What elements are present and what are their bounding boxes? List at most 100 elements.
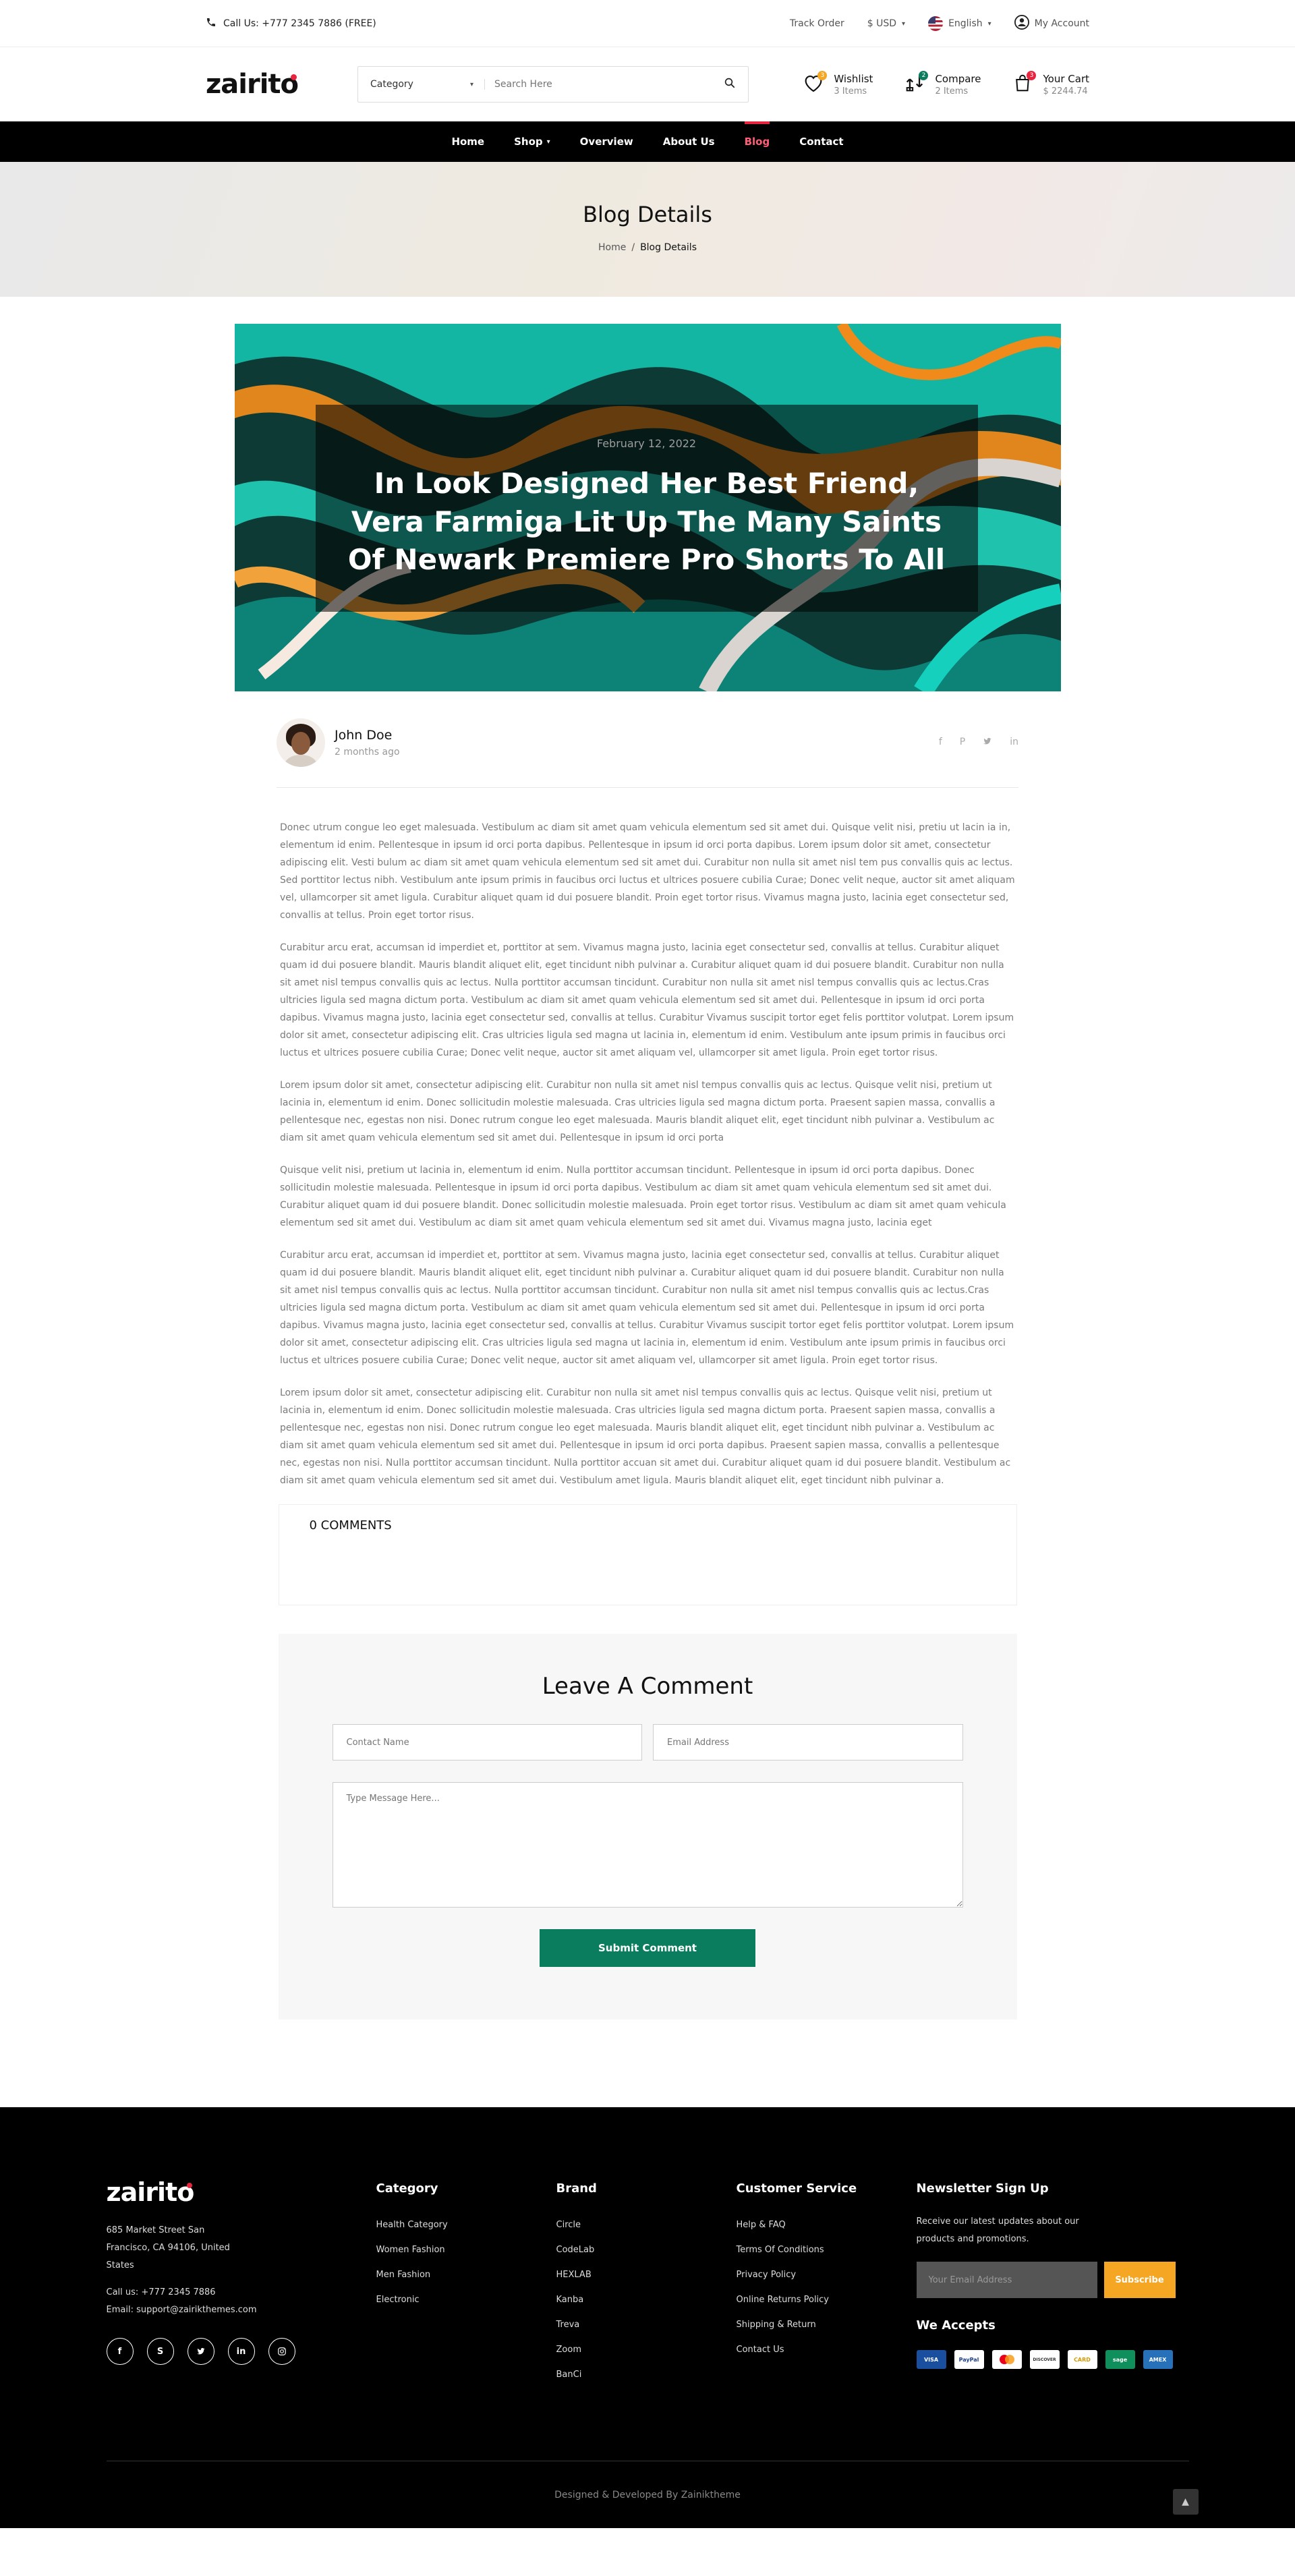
footer-link[interactable]: HEXLAB bbox=[556, 2270, 737, 2280]
search-bar: Category ▾ bbox=[357, 66, 749, 103]
footer-phone: Call us: +777 2345 7886 bbox=[106, 2287, 216, 2297]
instagram-icon[interactable] bbox=[268, 2338, 295, 2365]
pinterest-icon[interactable]: P bbox=[960, 737, 965, 749]
phone-info: Call Us: +777 2345 7886 (FREE) bbox=[206, 17, 376, 30]
footer-link[interactable]: Help & FAQ bbox=[737, 2220, 917, 2230]
copyright-text: Designed & Developed By Zainiktheme bbox=[554, 2489, 741, 2500]
footer-customer-service-column: Customer Service Help & FAQ Terms Of Con… bbox=[737, 2181, 917, 2395]
footer-address: 685 Market Street San Francisco, CA 9410… bbox=[106, 2225, 230, 2270]
nav-item-contact[interactable]: Contact bbox=[799, 121, 843, 162]
footer-link[interactable]: Privacy Policy bbox=[737, 2270, 917, 2280]
footer-link[interactable]: CodeLab bbox=[556, 2245, 737, 2255]
twitter-icon[interactable] bbox=[187, 2338, 214, 2365]
footer-link[interactable]: Shipping & Return bbox=[737, 2320, 917, 2330]
post-paragraph: Curabitur arcu erat, accumsan id imperdi… bbox=[280, 942, 1014, 1058]
site-logo[interactable]: zairito bbox=[206, 69, 357, 100]
nav-item-blog[interactable]: Blog bbox=[744, 121, 770, 162]
newsletter-title: Newsletter Sign Up bbox=[916, 2181, 1049, 2196]
post-time-ago: 2 months ago bbox=[335, 747, 400, 757]
nav-item-shop[interactable]: Shop ▾ bbox=[514, 121, 550, 162]
breadcrumb-separator: / bbox=[631, 242, 635, 253]
footer-logo[interactable]: zairito bbox=[107, 2177, 376, 2207]
post-date: February 12, 2022 bbox=[596, 436, 697, 450]
footer-link[interactable]: Electronic bbox=[376, 2295, 556, 2305]
comment-form-title: Leave A Comment bbox=[542, 1673, 753, 1700]
email-field[interactable] bbox=[653, 1724, 963, 1761]
chevron-down-icon: ▾ bbox=[469, 80, 473, 88]
facebook-icon[interactable]: f bbox=[939, 737, 942, 749]
nav-label: Contact bbox=[799, 136, 844, 148]
visa-card-icon: VISA bbox=[916, 2350, 946, 2369]
newsletter-email-input[interactable] bbox=[916, 2262, 1097, 2298]
footer-socials: f S in bbox=[106, 2338, 376, 2365]
page-title: Blog Details bbox=[583, 202, 712, 227]
comments-count: 0 COMMENTS bbox=[309, 1518, 392, 1533]
compare-badge: 2 bbox=[919, 71, 929, 80]
comments-section: 0 COMMENTS bbox=[278, 1504, 1017, 1605]
footer-link[interactable]: Treva bbox=[556, 2320, 737, 2330]
footer-link[interactable]: Men Fashion bbox=[376, 2270, 556, 2280]
discover-card-icon: DISCOVER bbox=[1029, 2350, 1060, 2369]
post-paragraph: Curabitur arcu erat, accumsan id imperdi… bbox=[280, 1250, 1014, 1366]
twitter-icon[interactable] bbox=[983, 737, 992, 749]
post-paragraph: Lorem ipsum dolor sit amet, consectetur … bbox=[280, 1387, 1011, 1486]
currency-label: $ USD bbox=[867, 18, 897, 29]
skype-icon[interactable]: S bbox=[146, 2338, 174, 2365]
nav-label: About Us bbox=[662, 136, 715, 148]
language-select[interactable]: English ▾ bbox=[928, 16, 991, 31]
footer-link[interactable]: Contact Us bbox=[737, 2345, 917, 2355]
footer-link[interactable]: Terms Of Conditions bbox=[737, 2245, 917, 2255]
currency-select[interactable]: $ USD ▾ bbox=[867, 18, 905, 29]
phone-text: Call Us: +777 2345 7886 (FREE) bbox=[223, 18, 376, 29]
footer-link[interactable]: Kanba bbox=[556, 2295, 737, 2305]
contact-name-field[interactable] bbox=[332, 1724, 642, 1761]
track-order-link[interactable]: Track Order bbox=[790, 18, 844, 29]
footer-brand-column: Brand Circle CodeLab HEXLAB Kanba Treva … bbox=[556, 2181, 737, 2395]
footer-bottom: Designed & Developed By Zainiktheme ▲ bbox=[106, 2461, 1199, 2528]
breadcrumb: Home / Blog Details bbox=[598, 242, 697, 253]
submit-comment-button[interactable]: Submit Comment bbox=[540, 1929, 755, 1967]
nav-label: Blog bbox=[744, 136, 770, 148]
footer-link[interactable]: Circle bbox=[556, 2220, 737, 2230]
my-account-link[interactable]: My Account bbox=[1014, 15, 1089, 32]
footer-category-column: Category Health Category Women Fashion M… bbox=[376, 2181, 556, 2395]
us-flag-icon bbox=[928, 16, 944, 31]
nav-item-home[interactable]: Home bbox=[451, 121, 484, 162]
post-author-bar: John Doe 2 months ago f P in bbox=[277, 718, 1018, 788]
search-icon[interactable] bbox=[724, 77, 736, 92]
cart-total: $ 2244.74 bbox=[1043, 86, 1088, 96]
back-to-top-button[interactable]: ▲ bbox=[1172, 2489, 1199, 2515]
wishlist-count: 3 Items bbox=[834, 86, 867, 96]
search-input[interactable] bbox=[485, 79, 724, 90]
linkedin-icon[interactable]: in bbox=[227, 2338, 255, 2365]
compare-button[interactable]: 2 Compare 2 Items bbox=[902, 71, 981, 96]
subscribe-button[interactable]: Subscribe bbox=[1103, 2262, 1176, 2298]
footer-link[interactable]: Online Returns Policy bbox=[737, 2295, 917, 2305]
nav-item-about-us[interactable]: About Us bbox=[663, 121, 715, 162]
nav-item-overview[interactable]: Overview bbox=[580, 121, 633, 162]
breadcrumb-home[interactable]: Home bbox=[598, 242, 626, 253]
phone-icon bbox=[206, 17, 217, 30]
linkedin-icon[interactable]: in bbox=[1010, 737, 1018, 749]
nav-label: Shop bbox=[514, 136, 543, 148]
message-field[interactable] bbox=[332, 1782, 963, 1908]
wishlist-button[interactable]: 3 Wishlist 3 Items bbox=[801, 71, 873, 96]
wishlist-label: Wishlist bbox=[834, 72, 873, 85]
my-account-label: My Account bbox=[1034, 18, 1089, 29]
cart-button[interactable]: 3 Your Cart $ 2244.74 bbox=[1010, 71, 1089, 96]
search-category-select[interactable]: Category ▾ bbox=[370, 79, 485, 90]
footer-link[interactable]: Zoom bbox=[556, 2345, 737, 2355]
facebook-icon[interactable]: f bbox=[106, 2338, 134, 2365]
author-avatar bbox=[277, 718, 325, 767]
page-banner: Blog Details Home / Blog Details bbox=[0, 162, 1295, 297]
newsletter-section: Newsletter Sign Up Receive our latest up… bbox=[916, 2181, 1181, 2395]
footer-column-title: Category bbox=[376, 2181, 438, 2196]
footer-link[interactable]: Health Category bbox=[376, 2220, 556, 2230]
footer-column-title: Customer Service bbox=[736, 2181, 857, 2196]
footer-link[interactable]: BanCi bbox=[556, 2370, 737, 2380]
footer-link[interactable]: Women Fashion bbox=[376, 2245, 556, 2255]
chevron-down-icon: ▾ bbox=[987, 20, 991, 28]
compare-count: 2 Items bbox=[935, 86, 969, 96]
post-hero: February 12, 2022 In Look Designed Her B… bbox=[234, 324, 1061, 691]
main-nav: Home Shop ▾ Overview About Us Blog Contac… bbox=[0, 121, 1295, 162]
